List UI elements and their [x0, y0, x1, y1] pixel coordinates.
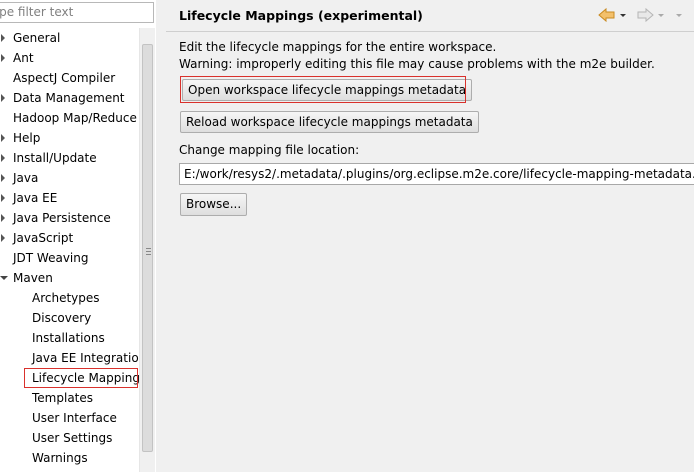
pane-splitter[interactable] [156, 0, 166, 472]
page-title: Lifecycle Mappings (experimental) [179, 8, 423, 23]
tree-item-general[interactable]: General [0, 28, 139, 48]
tree-item-hadoop-map-reduce[interactable]: Hadoop Map/Reduce [0, 108, 139, 128]
tree-item-label: Hadoop Map/Reduce [13, 111, 137, 125]
expand-chevron-right-icon [0, 248, 10, 268]
filter-input[interactable]: ype filter text [0, 2, 154, 23]
tree-item-label: Ant [13, 51, 34, 65]
back-arrow-icon[interactable] [598, 7, 616, 23]
tree-item-label: JavaScript [13, 231, 74, 245]
expand-chevron-right-icon [0, 68, 10, 88]
page-warning: Warning: improperly editing this file ma… [179, 57, 655, 71]
preferences-sidebar: ype filter text General Ant AspectJ Compil… [0, 0, 156, 472]
tree-item-label: AspectJ Compiler [13, 71, 116, 85]
tree-item-label: Java EE Integration [32, 351, 139, 365]
tree-item-jdt-weaving[interactable]: JDT Weaving [0, 248, 139, 268]
tree-item-label: Help [13, 131, 41, 145]
browse-button[interactable]: Browse... [180, 193, 248, 216]
tree-item-aspectj-compiler[interactable]: AspectJ Compiler [0, 68, 139, 88]
forward-arrow-icon[interactable] [636, 7, 654, 23]
expand-chevron-right-icon [0, 108, 10, 128]
location-field[interactable]: E:/work/resys2/.metadata/.plugins/org.ec… [179, 163, 694, 185]
tree-item-warnings[interactable]: Warnings [0, 448, 139, 468]
selected-item-highlight [24, 368, 138, 388]
tree-item-install-update[interactable]: Install/Update [0, 148, 139, 168]
tree-item-archetypes[interactable]: Archetypes [0, 288, 139, 308]
view-menu-chevron-down-icon[interactable] [674, 7, 684, 23]
tree-item-label: Install/Update [13, 151, 97, 165]
preference-page: Lifecycle Mappings (experimental) Edit t… [166, 0, 694, 472]
tree-item-help[interactable]: Help [0, 128, 139, 148]
expand-chevron-right-icon[interactable] [0, 28, 10, 48]
expand-chevron-right-icon[interactable] [0, 208, 10, 228]
tree-item-label: Java Persistence [13, 211, 111, 225]
expand-chevron-right-icon[interactable] [0, 168, 10, 188]
expand-chevron-right-icon[interactable] [0, 148, 10, 168]
tree-item-javascript[interactable]: JavaScript [0, 228, 139, 248]
tree-item-java-persistence[interactable]: Java Persistence [0, 208, 139, 228]
open-button-highlight [180, 76, 466, 103]
expand-chevron-right-icon[interactable] [0, 48, 10, 68]
forward-menu-chevron-down-icon[interactable] [656, 7, 666, 23]
tree-item-label: Java [13, 171, 39, 185]
tree-item-java-ee[interactable]: Java EE [0, 188, 139, 208]
preferences-tree: General Ant AspectJ Compiler Data Managemen… [0, 28, 139, 472]
tree-item-user-settings[interactable]: User Settings [0, 428, 139, 448]
tree-item-label: Data Management [13, 91, 125, 105]
tree-scrollbar[interactable] [139, 28, 155, 472]
tree-item-label: Discovery [32, 311, 92, 325]
expand-chevron-right-icon[interactable] [0, 128, 10, 148]
tree-item-java-ee-integration[interactable]: Java EE Integration [0, 348, 139, 368]
scroll-grip-icon [146, 248, 151, 255]
header-divider [166, 31, 694, 32]
tree-item-label: Maven [13, 271, 53, 285]
tree-item-label: User Interface [32, 411, 117, 425]
tree-item-label: Warnings [32, 451, 88, 465]
tree-item-maven[interactable]: Maven [0, 268, 139, 288]
tree-item-label: General [13, 31, 61, 45]
tree-item-label: Archetypes [32, 291, 100, 305]
tree-item-label: User Settings [32, 431, 113, 445]
expand-chevron-down-icon[interactable] [0, 268, 10, 288]
page-description: Edit the lifecycle mappings for the enti… [179, 40, 497, 54]
back-menu-chevron-down-icon[interactable] [618, 7, 628, 23]
tree-item-java[interactable]: Java [0, 168, 139, 188]
expand-chevron-right-icon[interactable] [0, 88, 10, 108]
tree-item-templates[interactable]: Templates [0, 388, 139, 408]
tree-item-data-management[interactable]: Data Management [0, 88, 139, 108]
page-header: Lifecycle Mappings (experimental) [166, 0, 694, 32]
tree-item-user-interface[interactable]: User Interface [0, 408, 139, 428]
expand-chevron-right-icon[interactable] [0, 228, 10, 248]
tree-scrollbar-thumb[interactable] [142, 44, 153, 452]
reload-metadata-button[interactable]: Reload workspace lifecycle mappings meta… [180, 111, 479, 133]
expand-chevron-right-icon[interactable] [0, 188, 10, 208]
tree-item-label: Java EE [13, 191, 58, 205]
tree-item-label: Installations [32, 331, 105, 345]
tree-item-installations[interactable]: Installations [0, 328, 139, 348]
tree-item-label: JDT Weaving [13, 251, 89, 265]
tree-item-label: Templates [32, 391, 94, 405]
tree-item-ant[interactable]: Ant [0, 48, 139, 68]
history-nav [598, 7, 690, 23]
tree-item-discovery[interactable]: Discovery [0, 308, 139, 328]
location-label: Change mapping file location: [179, 143, 360, 157]
